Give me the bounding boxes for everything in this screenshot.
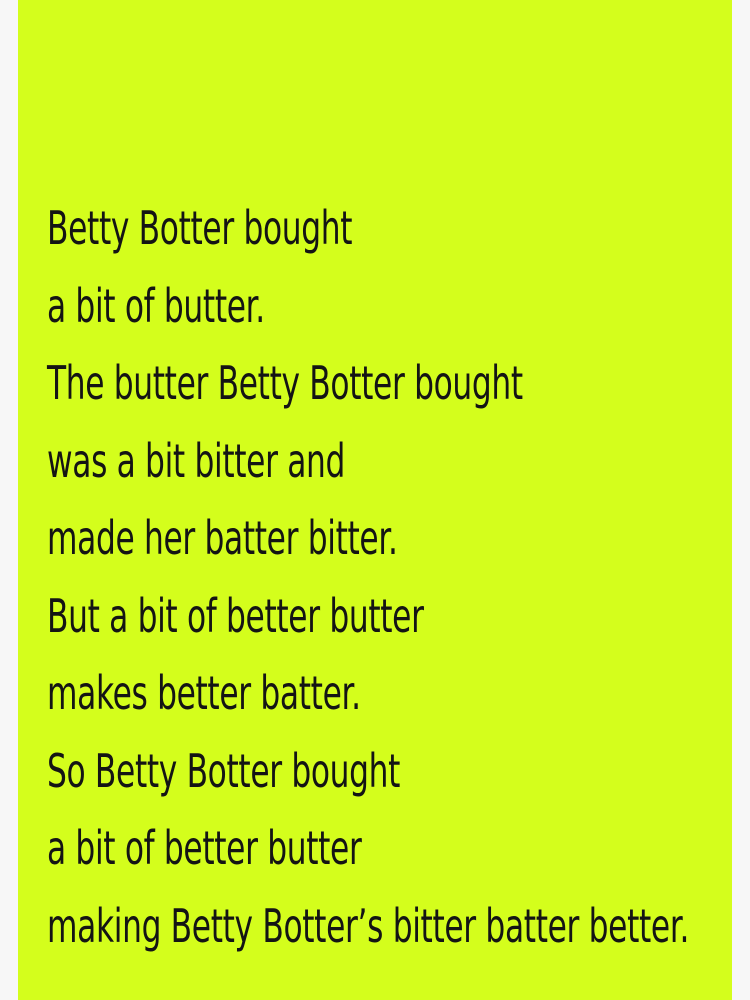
poem-line: making Betty Botter’s bitter batter bett…	[47, 898, 690, 953]
poem-line: makes better batter.	[47, 666, 361, 720]
poem-line: made her batter bitter.	[47, 511, 398, 565]
poem-line: Betty Botter bought	[47, 201, 353, 255]
poem-line: The butter Betty Botter bought	[47, 356, 523, 410]
poster-card: Betty Botter bought a bit of butter. The…	[18, 0, 732, 1000]
poem-line: But a bit of better butter	[47, 588, 424, 643]
poem-line: So Betty Botter bought	[47, 743, 401, 798]
poem-text: Betty Botter bought a bit of butter. The…	[47, 190, 750, 965]
poem-line: a bit of better butter	[47, 821, 362, 875]
poem-line: was a bit bitter and	[47, 433, 346, 488]
poem-line: a bit of butter.	[47, 278, 265, 333]
